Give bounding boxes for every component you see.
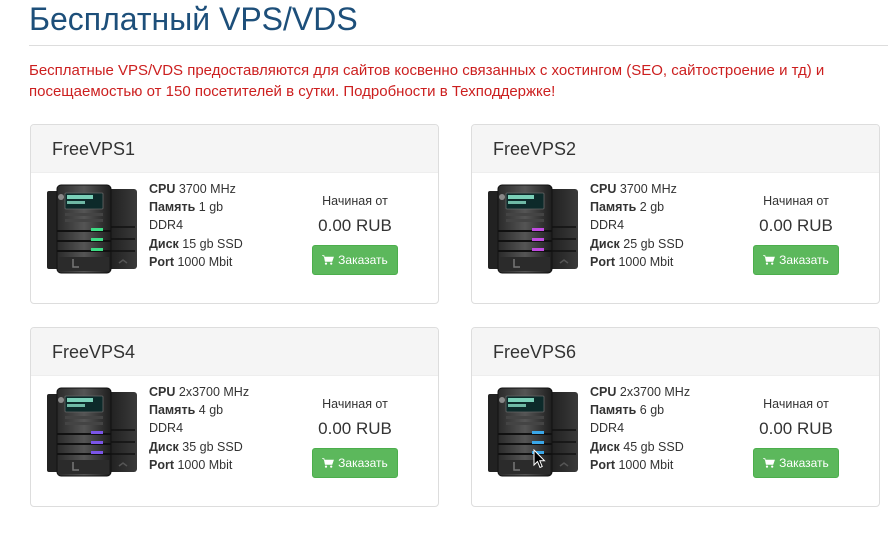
shopping-cart-icon — [322, 458, 335, 468]
order-button-label: Заказать — [338, 456, 388, 470]
plan-card: FreeVPS4 CPU 2x3700 MHz Память 4 gb DDR4… — [30, 327, 439, 507]
title-divider — [29, 45, 888, 46]
port-spec: Port 1000 Mbit — [590, 254, 674, 269]
ram-type: DDR4 — [149, 218, 184, 233]
price-label: Начиная от — [322, 397, 388, 411]
disk-spec: Диск 35 gb SSD — [149, 439, 243, 454]
price-label: Начиная от — [763, 194, 829, 208]
disk-spec: Диск 25 gb SSD — [590, 236, 684, 251]
order-button-label: Заказать — [779, 456, 829, 470]
price-block: Начиная от 0.00 RUB Заказать — [744, 396, 848, 478]
plan-specs: CPU 2x3700 MHz Память 6 gb DDR4 Диск 45 … — [590, 383, 690, 474]
plan-card: FreeVPS2 CPU 3700 MHz Память 2 gb DDR4 Д… — [471, 124, 880, 304]
page-title: Бесплатный VPS/VDS — [29, 1, 358, 37]
order-button-label: Заказать — [338, 253, 388, 267]
order-button-label: Заказать — [779, 253, 829, 267]
server-image — [47, 387, 137, 477]
ram-type: DDR4 — [149, 421, 184, 436]
plan-specs: CPU 3700 MHz Память 1 gb DDR4 Диск 15 gb… — [149, 180, 243, 271]
cpu-spec: CPU 3700 MHz — [590, 182, 677, 196]
plan-card: FreeVPS6 CPU 2x3700 MHz Память 6 gb DDR4… — [471, 327, 880, 507]
ram-spec: Память 4 gb — [149, 403, 224, 418]
free-vps-notice: Бесплатные VPS/VDS предоставляются для с… — [29, 62, 825, 100]
price-value: 0.00 RUB — [759, 216, 833, 235]
plan-name: FreeVPS4 — [31, 328, 438, 376]
port-spec: Port 1000 Mbit — [149, 457, 233, 472]
order-button[interactable]: Заказать — [312, 448, 398, 478]
cpu-spec: CPU 3700 MHz — [149, 182, 236, 196]
price-value: 0.00 RUB — [759, 419, 833, 438]
cpu-spec: CPU 2x3700 MHz — [590, 385, 691, 399]
disk-spec: Диск 45 gb SSD — [590, 439, 684, 454]
plan-card: FreeVPS1 CPU 3700 MHz Память 1 gb DDR4 Д… — [30, 124, 439, 304]
ram-spec: Память 6 gb — [590, 403, 665, 418]
price-block: Начиная от 0.00 RUB Заказать — [303, 193, 407, 275]
cpu-spec: CPU 2x3700 MHz — [149, 385, 250, 399]
order-button[interactable]: Заказать — [753, 245, 839, 275]
order-button[interactable]: Заказать — [312, 245, 398, 275]
price-label: Начиная от — [763, 397, 829, 411]
port-spec: Port 1000 Mbit — [149, 254, 233, 269]
ram-type: DDR4 — [590, 421, 625, 436]
ram-spec: Память 2 gb — [590, 200, 665, 215]
order-button[interactable]: Заказать — [753, 448, 839, 478]
port-spec: Port 1000 Mbit — [590, 457, 674, 472]
shopping-cart-icon — [763, 255, 776, 265]
plan-name: FreeVPS6 — [472, 328, 879, 376]
plan-specs: CPU 3700 MHz Память 2 gb DDR4 Диск 25 gb… — [590, 180, 684, 271]
server-image — [47, 184, 137, 274]
shopping-cart-icon — [763, 458, 776, 468]
ram-type: DDR4 — [590, 218, 625, 233]
price-value: 0.00 RUB — [318, 419, 392, 438]
price-block: Начиная от 0.00 RUB Заказать — [303, 396, 407, 478]
plan-name: FreeVPS1 — [31, 125, 438, 173]
price-label: Начиная от — [322, 194, 388, 208]
price-value: 0.00 RUB — [318, 216, 392, 235]
server-image — [488, 184, 578, 274]
mouse-cursor-icon — [533, 449, 546, 469]
ram-spec: Память 1 gb — [149, 200, 224, 215]
shopping-cart-icon — [322, 255, 335, 265]
disk-spec: Диск 15 gb SSD — [149, 236, 243, 251]
plan-name: FreeVPS2 — [472, 125, 879, 173]
plan-specs: CPU 2x3700 MHz Память 4 gb DDR4 Диск 35 … — [149, 383, 249, 474]
price-block: Начиная от 0.00 RUB Заказать — [744, 193, 848, 275]
